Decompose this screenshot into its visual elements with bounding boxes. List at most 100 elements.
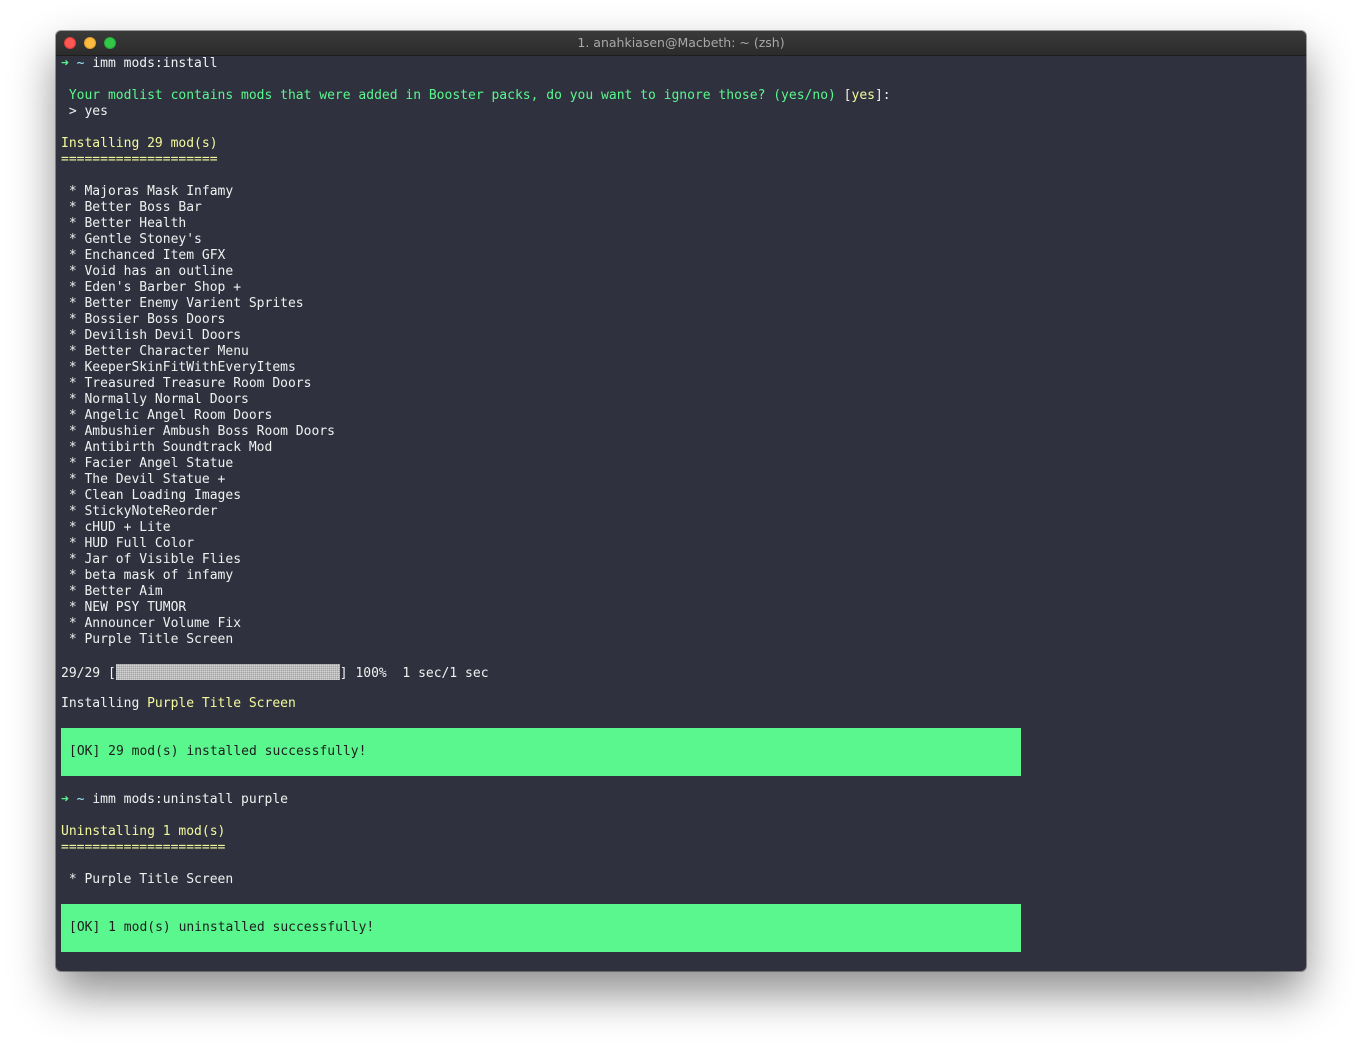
mod-name: The Devil Statue + bbox=[84, 472, 226, 487]
bullet-icon: * bbox=[68, 632, 77, 647]
mod-list-item: * Announcer Volume Fix bbox=[61, 616, 1301, 632]
mod-name: Better Boss Bar bbox=[84, 200, 202, 215]
mod-list-item: * Angelic Angel Room Doors bbox=[61, 408, 1301, 424]
bullet-icon: * bbox=[68, 200, 77, 215]
terminal-window: 1. anahkiasen@Macbeth: ~ (zsh) ➜ ~ imm m… bbox=[56, 31, 1306, 971]
bullet-icon: * bbox=[68, 472, 77, 487]
bullet-icon: * bbox=[68, 264, 77, 279]
mod-list-item: * Better Boss Bar bbox=[61, 200, 1301, 216]
bullet-icon: * bbox=[68, 552, 77, 567]
mod-list-item: * Void has an outline bbox=[61, 264, 1301, 280]
mod-list-item: * Bossier Boss Doors bbox=[61, 312, 1301, 328]
mod-list-item: * Purple Title Screen bbox=[61, 632, 1301, 648]
mod-list-item: * Enchanced Item GFX bbox=[61, 248, 1301, 264]
bullet-icon: * bbox=[68, 872, 77, 887]
installing-status: Installing Purple Title Screen bbox=[61, 696, 1301, 712]
mod-name: Enchanced Item GFX bbox=[84, 248, 226, 263]
bullet-icon: * bbox=[68, 520, 77, 535]
mod-list-item: * Better Enemy Varient Sprites bbox=[61, 296, 1301, 312]
bullet-icon: * bbox=[68, 376, 77, 391]
mod-name: Bossier Boss Doors bbox=[84, 312, 226, 327]
mod-name: Facier Angel Statue bbox=[84, 456, 234, 471]
mod-name: Void has an outline bbox=[84, 264, 234, 279]
bullet-icon: * bbox=[68, 424, 77, 439]
title-bar: 1. anahkiasen@Macbeth: ~ (zsh) bbox=[56, 31, 1306, 56]
progress-line: 29/29 [] 100% 1 sec/1 sec bbox=[61, 664, 1301, 681]
mod-list-item: * The Devil Statue + bbox=[61, 472, 1301, 488]
bullet-icon: * bbox=[68, 344, 77, 359]
prompt-arrow-icon: ➜ bbox=[61, 56, 69, 71]
bullet-icon: * bbox=[68, 584, 77, 599]
ignore-question: Your modlist contains mods that were add… bbox=[61, 88, 1301, 104]
mod-list-item: * Antibirth Soundtrack Mod bbox=[61, 440, 1301, 456]
uninstall-success-box: [OK] 1 mod(s) uninstalled successfully! bbox=[61, 904, 1021, 952]
bullet-icon: * bbox=[68, 328, 77, 343]
uninstall-heading-underline: ===================== bbox=[61, 840, 226, 855]
mod-name: Better Character Menu bbox=[84, 344, 249, 359]
progress-count: 29/29 bbox=[61, 666, 101, 681]
terminal-output[interactable]: ➜ ~ imm mods:install Your modlist contai… bbox=[61, 56, 1301, 971]
prompt-arrow-icon: ➜ bbox=[61, 792, 69, 807]
mod-list-item: * NEW PSY TUMOR bbox=[61, 600, 1301, 616]
mod-list-item: * Better Health bbox=[61, 216, 1301, 232]
mod-name: Ambushier Ambush Boss Room Doors bbox=[84, 424, 335, 439]
install-heading: Installing 29 mod(s) bbox=[61, 136, 218, 151]
mod-list-item: * beta mask of infamy bbox=[61, 568, 1301, 584]
mod-list-item: * Better Character Menu bbox=[61, 344, 1301, 360]
bullet-icon: * bbox=[68, 408, 77, 423]
mod-name: beta mask of infamy bbox=[84, 568, 234, 583]
mod-list-item: * Ambushier Ambush Boss Room Doors bbox=[61, 424, 1301, 440]
bullet-icon: * bbox=[68, 568, 77, 583]
mod-name: Purple Title Screen bbox=[84, 872, 234, 887]
mod-name: Normally Normal Doors bbox=[84, 392, 249, 407]
mod-name: Better Health bbox=[84, 216, 187, 231]
bullet-icon: * bbox=[68, 536, 77, 551]
bullet-icon: * bbox=[68, 296, 77, 311]
progress-time: 1 sec/1 sec bbox=[402, 666, 489, 681]
prompt-cwd: ~ bbox=[76, 56, 85, 71]
answer-line: > yes bbox=[61, 104, 1301, 120]
bullet-icon: * bbox=[68, 312, 77, 327]
mod-name: Announcer Volume Fix bbox=[84, 616, 242, 631]
mod-list-item: * Purple Title Screen bbox=[61, 872, 1301, 888]
mod-list-item: * Gentle Stoney's bbox=[61, 232, 1301, 248]
window-title: 1. anahkiasen@Macbeth: ~ (zsh) bbox=[577, 35, 785, 50]
prompt-cwd: ~ bbox=[76, 792, 85, 807]
mod-name: Jar of Visible Flies bbox=[84, 552, 242, 567]
prompt-line: ➜ ~ imm mods:uninstall purple bbox=[61, 792, 1301, 808]
command-text: imm mods:install bbox=[92, 56, 218, 71]
mod-name: cHUD + Lite bbox=[84, 520, 171, 535]
mod-list-item: * Better Aim bbox=[61, 584, 1301, 600]
mod-list-item: * Clean Loading Images bbox=[61, 488, 1301, 504]
command-text: imm mods:uninstall purple bbox=[92, 792, 288, 807]
default-open: [ bbox=[843, 88, 852, 103]
progress-percent: 100% bbox=[355, 666, 387, 681]
mod-list-item: * Majoras Mask Infamy bbox=[61, 184, 1301, 200]
mod-name: KeeperSkinFitWithEveryItems bbox=[84, 360, 296, 375]
mod-name: Angelic Angel Room Doors bbox=[84, 408, 273, 423]
mod-list-item: * Facier Angel Statue bbox=[61, 456, 1301, 472]
mod-name: Clean Loading Images bbox=[84, 488, 242, 503]
bullet-icon: * bbox=[68, 440, 77, 455]
mod-name: HUD Full Color bbox=[84, 536, 195, 551]
question-text: Your modlist contains mods that were add… bbox=[68, 88, 836, 103]
mod-name: Antibirth Soundtrack Mod bbox=[84, 440, 273, 455]
answer-text: > yes bbox=[68, 104, 108, 119]
mod-list-item: * Treasured Treasure Room Doors bbox=[61, 376, 1301, 392]
install-success-box: [OK] 29 mod(s) installed successfully! bbox=[61, 728, 1021, 776]
bullet-icon: * bbox=[68, 392, 77, 407]
bullet-icon: * bbox=[68, 248, 77, 263]
bullet-icon: * bbox=[68, 488, 77, 503]
install-mod-list: * Majoras Mask Infamy * Better Boss Bar … bbox=[61, 184, 1301, 648]
default-close: ]: bbox=[874, 88, 891, 103]
mod-list-item: * Jar of Visible Flies bbox=[61, 552, 1301, 568]
bullet-icon: * bbox=[68, 232, 77, 247]
prompt-line: ➜ ~ imm mods:install bbox=[61, 56, 1301, 72]
mod-list-item: * StickyNoteReorder bbox=[61, 504, 1301, 520]
mod-name: Gentle Stoney's bbox=[84, 232, 202, 247]
installing-mod-name: Purple Title Screen bbox=[147, 696, 296, 711]
bullet-icon: * bbox=[68, 184, 77, 199]
bullet-icon: * bbox=[68, 360, 77, 375]
uninstall-mod-list: * Purple Title Screen bbox=[61, 872, 1301, 888]
mod-name: Better Enemy Varient Sprites bbox=[84, 296, 304, 311]
